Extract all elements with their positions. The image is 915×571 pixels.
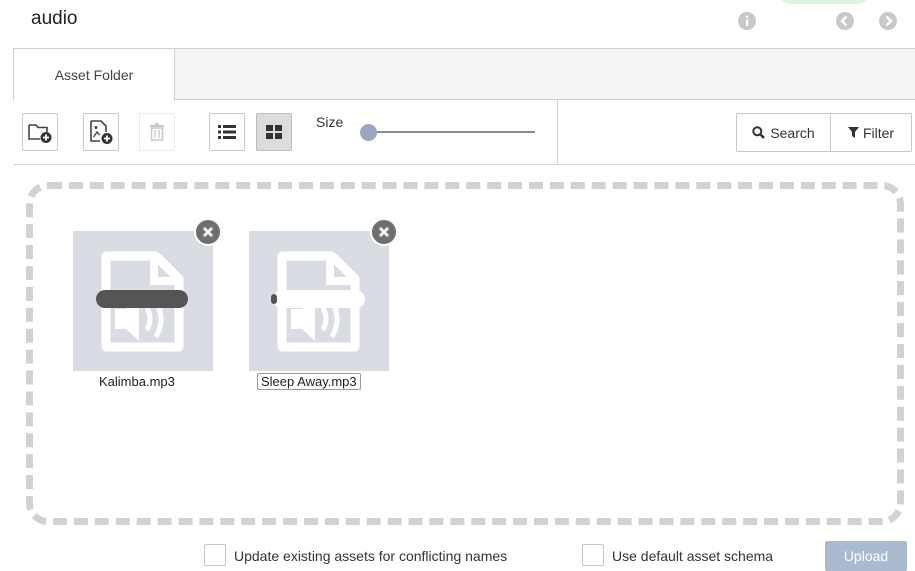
trash-icon [150, 123, 164, 141]
image-add-icon [90, 120, 113, 144]
asset-name: Kalimba.mp3 [99, 374, 175, 389]
search-button[interactable]: Search [736, 113, 831, 152]
close-icon [203, 227, 213, 237]
remove-asset-button[interactable] [370, 218, 398, 246]
new-folder-button[interactable] [22, 113, 58, 151]
asset-name: Sleep Away.mp3 [257, 373, 361, 390]
search-icon [752, 126, 766, 139]
info-icon[interactable] [737, 11, 757, 31]
window-title: audio [31, 8, 78, 29]
toolbar: Size Search Filter [13, 100, 915, 165]
asset-loading-bar [273, 290, 365, 308]
grid-view-button[interactable] [256, 113, 292, 151]
list-view-button[interactable] [209, 113, 245, 151]
close-icon [379, 227, 389, 237]
footer: Update existing assets for conflicting n… [0, 538, 915, 571]
default-schema-label: Use default asset schema [612, 548, 774, 564]
back-icon[interactable] [835, 11, 855, 31]
tab-strip: Asset Folder [13, 48, 915, 101]
asset-loading-bar-start [271, 294, 277, 304]
notification-hint [780, 0, 868, 4]
delete-button[interactable] [139, 113, 175, 151]
tab-asset-folder[interactable]: Asset Folder [13, 48, 175, 101]
list-view-icon [218, 125, 236, 139]
size-slider-track[interactable] [373, 131, 535, 133]
filter-icon [847, 127, 859, 138]
toolbar-divider [557, 100, 558, 164]
filter-button[interactable]: Filter [830, 113, 912, 152]
default-schema-checkbox[interactable] [582, 544, 604, 566]
size-slider-handle[interactable] [360, 124, 377, 141]
forward-icon[interactable] [878, 11, 898, 31]
filter-label: Filter [862, 124, 895, 141]
update-existing-checkbox[interactable] [204, 544, 226, 566]
title-bar: audio [0, 0, 915, 48]
new-asset-button[interactable] [83, 113, 119, 151]
size-label: Size [316, 114, 344, 130]
search-label: Search [770, 124, 815, 141]
update-existing-label: Update existing assets for conflicting n… [234, 548, 508, 564]
remove-asset-button[interactable] [194, 218, 222, 246]
folder-add-icon [28, 124, 52, 143]
upload-button[interactable]: Upload [825, 541, 907, 571]
asset-loading-bar [96, 290, 188, 308]
grid-view-icon [266, 125, 282, 139]
